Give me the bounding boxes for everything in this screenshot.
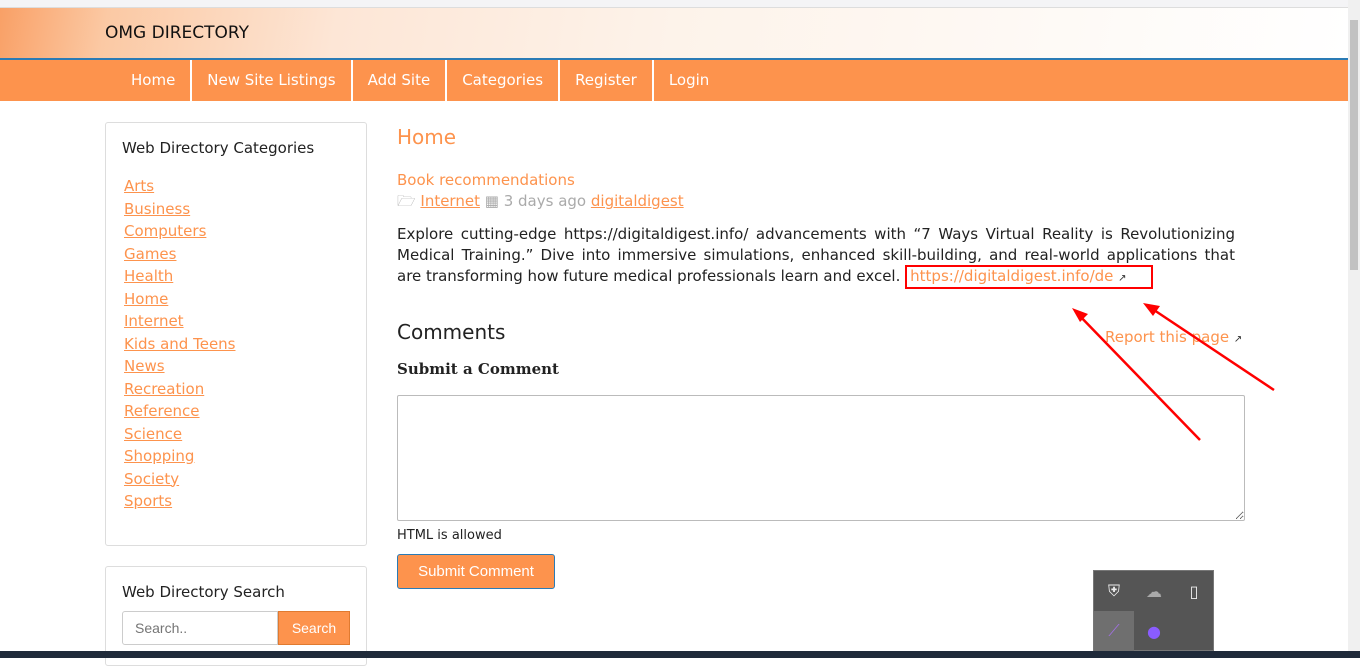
folder-icon: 🗁 (397, 192, 416, 210)
category-link-games[interactable]: Games (124, 245, 176, 263)
site-title[interactable]: OMG DIRECTORY (105, 23, 249, 43)
category-item: Recreation (122, 378, 350, 401)
category-link-science[interactable]: Science (124, 425, 182, 443)
category-item: News (122, 355, 350, 378)
taskbar (0, 651, 1360, 658)
html-allowed-note: HTML is allowed (397, 528, 502, 543)
category-link-arts[interactable]: Arts (124, 177, 154, 195)
listing-author[interactable]: digitaldigest (591, 192, 684, 210)
categories-panel: Web Directory Categories Arts Business Com… (105, 122, 367, 546)
category-item: Home (122, 288, 350, 311)
nav-add-site[interactable]: Add Site (353, 60, 448, 101)
category-link-kids-and-teens[interactable]: Kids and Teens (124, 335, 236, 353)
category-link-sports[interactable]: Sports (124, 492, 172, 510)
search-button[interactable]: Search (278, 611, 350, 645)
category-link-internet[interactable]: Internet (124, 312, 184, 330)
security-warning-icon[interactable]: ⛨ (1094, 571, 1134, 611)
category-item: Computers (122, 220, 350, 243)
page-heading: Home (397, 125, 457, 149)
calendar-icon: ▦ (484, 192, 499, 210)
nav-categories[interactable]: Categories (447, 60, 561, 101)
feather-app-icon[interactable]: ⟋ (1094, 611, 1134, 651)
external-link-icon: ↗ (1118, 273, 1127, 284)
arrow-2-head (1143, 303, 1160, 316)
category-item: Games (122, 243, 350, 266)
category-item: Society (122, 468, 350, 491)
arrow-1-head (1072, 308, 1088, 322)
nav-home[interactable]: Home (116, 60, 193, 101)
category-link-home[interactable]: Home (124, 290, 168, 308)
arrow-2 (1147, 304, 1275, 392)
category-link-computers[interactable]: Computers (124, 222, 206, 240)
listing-category[interactable]: Internet (420, 192, 480, 210)
categories-title: Web Directory Categories (122, 139, 315, 157)
nav-new-site-listings[interactable]: New Site Listings (192, 60, 353, 101)
category-link-society[interactable]: Society (124, 470, 179, 488)
category-link-health[interactable]: Health (124, 267, 173, 285)
external-link-icon: ↗ (1233, 334, 1243, 345)
site-banner: OMG DIRECTORY (0, 8, 1348, 58)
browser-strip (0, 0, 1348, 8)
search-input[interactable] (122, 611, 278, 645)
listing-link-highlight[interactable]: https://digitaldigest.info/de ↗ (905, 265, 1153, 289)
category-link-business[interactable]: Business (124, 200, 190, 218)
category-item: Health (122, 265, 350, 288)
category-item: Sports (122, 490, 350, 513)
category-link-recreation[interactable]: Recreation (124, 380, 204, 398)
listing-link[interactable]: https://digitaldigest.info/de (910, 267, 1113, 285)
category-item: Science (122, 423, 350, 446)
nav-login[interactable]: Login (654, 60, 724, 101)
scrollbar-thumb[interactable] (1350, 20, 1358, 270)
category-item: Reference (122, 400, 350, 423)
category-link-shopping[interactable]: Shopping (124, 447, 194, 465)
report-link[interactable]: Report this page ↗ (1105, 328, 1242, 346)
search-title: Web Directory Search (122, 583, 285, 601)
system-tray-overflow: ⛨ ☁ ▯ ⟋ ● (1093, 570, 1214, 651)
nav-register[interactable]: Register (560, 60, 654, 101)
category-link-reference[interactable]: Reference (124, 402, 200, 420)
comments-heading: Comments (397, 320, 506, 344)
submit-comment-heading: Submit a Comment (397, 360, 559, 378)
category-link-news[interactable]: News (124, 357, 165, 375)
category-item: Internet (122, 310, 350, 333)
messenger-icon[interactable]: ● (1134, 611, 1174, 651)
onedrive-off-icon[interactable]: ☁ (1134, 571, 1174, 611)
main-content: Home Book recommendations 🗁 Internet ▦ 3… (397, 125, 1235, 289)
main-nav: Home New Site Listings Add Site Categori… (0, 58, 1348, 101)
category-item: Business (122, 198, 350, 221)
usb-device-icon[interactable]: ▯ (1174, 571, 1214, 611)
comment-textarea[interactable] (397, 395, 1245, 521)
listing-title[interactable]: Book recommendations (397, 171, 1235, 189)
listing-date: 3 days ago (503, 192, 587, 210)
category-item: Shopping (122, 445, 350, 468)
category-item: Kids and Teens (122, 333, 350, 356)
report-label[interactable]: Report this page (1105, 328, 1229, 346)
submit-comment-button[interactable]: Submit Comment (397, 554, 555, 589)
category-item: Arts (122, 175, 350, 198)
